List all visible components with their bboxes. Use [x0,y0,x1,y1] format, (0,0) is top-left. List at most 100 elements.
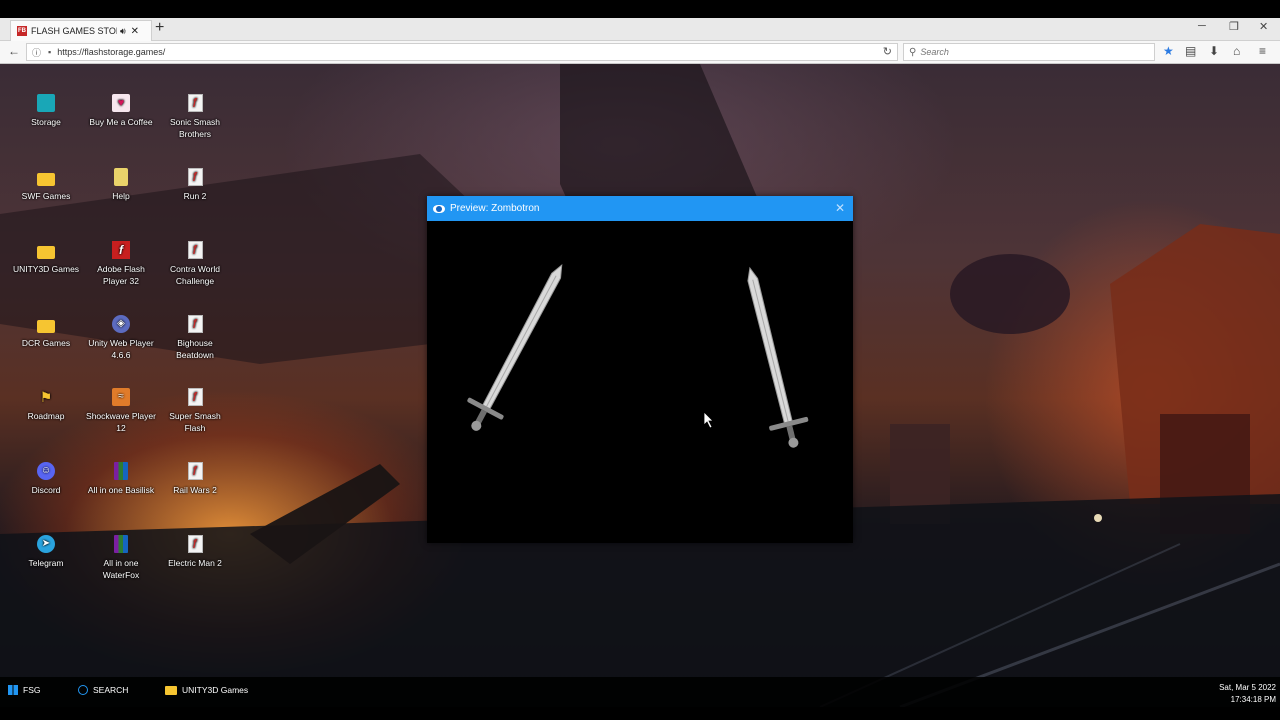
game-canvas [467,263,809,448]
folder-icon [37,246,55,259]
swf-file-icon: ƒ [187,241,203,259]
preview-window[interactable]: Preview: Zombotron ✕ [427,196,853,543]
unity-icon: ◈ [112,315,130,333]
grid-icon [8,685,18,695]
menu-icon[interactable]: ≡ [1259,44,1266,58]
bottom-black-bar [0,707,1280,720]
swf-file-icon: ƒ [187,462,203,480]
search-bar[interactable]: ⚲ [903,43,1155,61]
desktop-icon-super-smash-flash[interactable]: ƒ Super Smash Flash [160,388,230,434]
site-info-icon[interactable]: ⓘ [32,46,41,59]
discord-icon: ☺ [37,462,55,480]
desktop-icon-telegram[interactable]: ➤ Telegram [11,535,81,569]
search-icon [78,685,88,695]
search-input[interactable] [920,47,1121,57]
desktop-icon-sonic-smash-brothers[interactable]: ƒ Sonic Smash Brothers [160,94,230,140]
address-bar[interactable]: ⓘ ▪ https://flashstorage.games/ ↻ [26,43,898,61]
taskbar-window-unity3d-games[interactable]: UNITY3D Games [165,685,248,695]
taskbar-clock[interactable]: Sat, Mar 5 2022 17:34:18 PM [1219,682,1276,706]
search-icon: ⚲ [909,46,917,58]
flash-icon: f [112,241,130,259]
desktop-icon-unity3d-games[interactable]: UNITY3D Games [11,241,81,275]
desktop-icon-label: All in one WaterFox [102,558,140,580]
desktop-icon-buy-me-a-coffee[interactable]: ♥ Buy Me a Coffee [86,94,156,128]
desktop-icon-run-2[interactable]: ƒ Run 2 [160,168,230,202]
clock-time: 17:34:18 PM [1230,695,1276,704]
desktop-icon-rail-wars[interactable]: ƒ Rail Wars 2 [160,462,230,496]
folder-icon [37,173,55,186]
desktop-icon-label: Contra World Challenge [170,264,220,286]
swf-file-icon: ƒ [187,168,203,186]
desktop-icon-dcr-games[interactable]: DCR Games [11,315,81,349]
url-text[interactable]: https://flashstorage.games/ [57,47,165,57]
archive-icon [114,462,128,480]
desktop-icon-all-in-one-basilisk[interactable]: All in one Basilisk [86,462,156,496]
desktop-icon-unity-web-player[interactable]: ◈ Unity Web Player 4.6.6 [86,315,156,361]
desktop-icon-label: Bighouse Beatdown [176,338,214,360]
new-tab-button[interactable]: + [155,19,164,37]
speaker-icon[interactable]: 🔊︎ [120,26,126,37]
desktop-icon-label: SWF Games [21,191,71,201]
back-arrow-icon[interactable]: ← [8,44,20,58]
minimize-button[interactable]: ─ [1198,20,1206,32]
right-sword-icon [747,266,809,448]
roadmap-icon: ⚑ [39,389,53,405]
tab-bar: FB FLASH GAMES STORAGE 🔊︎ ✕ + ─ ❐ ✕ [0,18,1280,41]
desktop-icon-label: Roadmap [27,411,65,421]
shockwave-icon: ≈ [112,388,130,406]
start-button[interactable]: FSG [8,685,40,695]
bookmark-star-icon[interactable]: ★ [1163,44,1174,58]
monitor-icon [37,94,55,112]
clock-date: Sat, Mar 5 2022 [1219,683,1276,692]
swf-file-icon: ƒ [187,535,203,553]
browser-tab[interactable]: FB FLASH GAMES STORAGE 🔊︎ ✕ [10,20,152,41]
taskbar-search-button[interactable]: SEARCH [78,685,128,695]
tab-close-icon[interactable]: ✕ [131,26,139,37]
tab-title: FLASH GAMES STORAGE [31,26,117,36]
desktop-icon-electric-man-2[interactable]: ƒ Electric Man 2 [160,535,230,569]
desktop-icon-bighouse-beatdown[interactable]: ƒ Bighouse Beatdown [160,315,230,361]
preview-titlebar[interactable]: Preview: Zombotron ✕ [427,196,853,221]
desktop-icon-roadmap[interactable]: ⚑ Roadmap [11,388,81,422]
desktop-icon-discord[interactable]: ☺ Discord [11,462,81,496]
preview-title: Preview: Zombotron [450,203,540,214]
desktop-wallpaper: Storage ♥ Buy Me a Coffee ƒ Sonic Smash … [0,64,1280,707]
desktop-icon-label: UNITY3D Games [12,264,80,274]
restore-button[interactable]: ❐ [1229,20,1239,33]
desktop-icon-adobe-flash-player-32[interactable]: f Adobe Flash Player 32 [86,241,156,287]
desktop-icon-label: All in one Basilisk [87,485,155,495]
desktop-icon-label: Buy Me a Coffee [89,117,153,127]
desktop-icon-help[interactable]: Help [86,168,156,202]
download-icon[interactable]: ⬇ [1209,44,1219,58]
desktop-icon-label: DCR Games [21,338,71,348]
preview-close-button[interactable]: ✕ [835,201,845,215]
desktop-icon-label: Storage [31,117,61,127]
start-label: FSG [23,685,41,695]
desktop-icon-storage[interactable]: Storage [11,94,81,128]
archive-icon [114,535,128,553]
telegram-icon: ➤ [37,535,55,553]
home-icon[interactable]: ⌂ [1233,44,1240,58]
desktop-icon-shockwave-player-12[interactable]: ≈ Shockwave Player 12 [86,388,156,434]
game-preview-area[interactable] [427,221,853,543]
site-favicon-icon: FB [17,26,27,36]
desktop-icon-contra-world-challenge[interactable]: ƒ Contra World Challenge [160,241,230,287]
navigation-bar: ← ⓘ ▪ https://flashstorage.games/ ↻ ⚲ ★ … [0,41,1280,64]
bookmarks-library-icon[interactable]: ▤ [1185,44,1196,58]
folder-icon [37,320,55,333]
desktop-icon-all-in-one-waterfox[interactable]: All in one WaterFox [86,535,156,581]
lock-icon: ▪ [48,47,52,57]
desktop-icon-swf-games[interactable]: SWF Games [11,168,81,202]
notepad-icon [114,168,128,186]
desktop-icon-label: Shockwave Player 12 [86,411,156,433]
desktop-icon-label: Unity Web Player 4.6.6 [88,338,154,360]
taskbar-window-label: UNITY3D Games [182,685,249,695]
folder-icon [165,685,177,695]
eye-icon [433,204,445,213]
desktop-icon-label: Run 2 [183,191,207,201]
top-black-bar [0,0,1280,18]
reload-icon[interactable]: ↻ [883,45,892,58]
close-window-button[interactable]: ✕ [1259,20,1268,33]
desktop-icon-label: Super Smash Flash [169,411,221,433]
desktop-icon-label: Telegram [28,558,64,568]
